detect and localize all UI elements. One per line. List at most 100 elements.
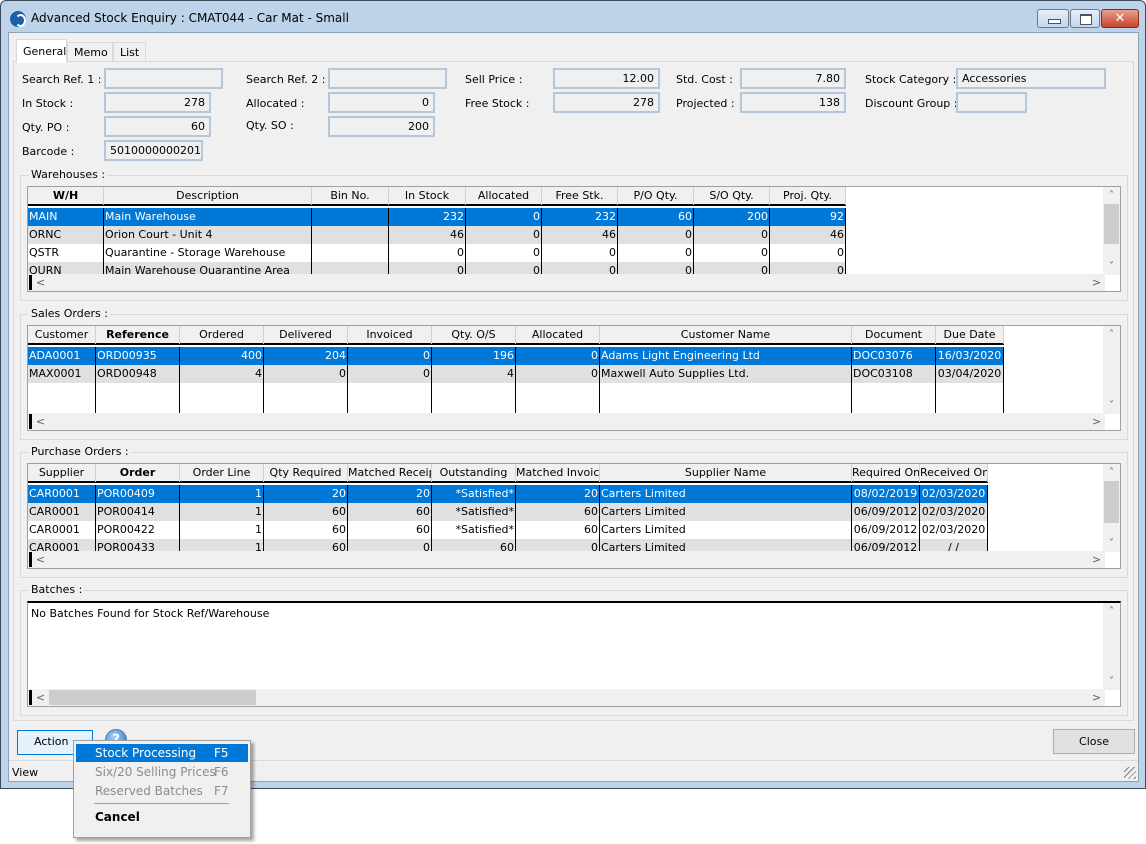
column-header[interactable]: Description [104,187,312,205]
column-header[interactable]: Free Stk. [542,187,618,205]
column-header[interactable]: Order [96,464,180,482]
scroll-right-icon[interactable]: > [1088,689,1105,706]
table-row[interactable]: ORNC Orion Court - Unit 4 46 0 46 0 0 46 [28,226,846,244]
purchase-orders-horizontal-scrollbar[interactable]: < > [28,551,1105,568]
table-cell: 60 [264,503,348,521]
table-row[interactable]: MAX0001 ORD00948 4 0 0 4 0 Maxwell Auto Supplie… [28,365,1004,383]
column-header[interactable]: Reference [96,326,180,344]
column-header[interactable]: Allocated [466,187,542,205]
scroll-down-icon[interactable]: ˅ [1103,258,1120,275]
scroll-down-icon[interactable]: ˅ [1103,535,1120,552]
column-header[interactable]: Invoiced [348,326,432,344]
scroll-thumb[interactable] [1104,204,1119,244]
column-header[interactable]: Customer [28,326,96,344]
maximize-button[interactable] [1070,9,1100,28]
close-button[interactable]: Close [1053,729,1135,754]
table-cell: *Satisfied* [432,503,516,521]
minimize-button[interactable] [1037,9,1069,28]
column-header[interactable]: Customer Name [600,326,852,344]
search-ref-2-field[interactable] [328,68,447,89]
table-cell: 0 [516,365,600,383]
table-cell: 1 [180,503,264,521]
column-header[interactable]: Qty Required [264,464,348,482]
warehouses-vertical-scrollbar[interactable]: ˄ ˅ [1103,187,1120,275]
scroll-down-icon[interactable]: ˅ [1103,397,1120,414]
table-cell: 0 [466,208,542,226]
column-header[interactable]: Allocated [516,326,600,344]
column-header[interactable]: P/O Qty. [618,187,694,205]
scroll-left-icon[interactable]: < [32,274,49,291]
empty-cell [432,383,516,413]
table-cell: 196 [432,347,516,365]
column-header[interactable]: Received On [920,464,988,482]
column-header[interactable]: Required On [852,464,920,482]
scroll-down-icon[interactable]: ˅ [1103,673,1120,690]
batches-horizontal-scrollbar[interactable]: < > [28,689,1105,706]
table-cell: CAR0001 [28,503,96,521]
menu-item-stock-processing[interactable]: Stock Processing F5 [76,744,248,762]
column-header[interactable]: Outstanding [432,464,516,482]
tab-general-label: General [23,45,67,58]
resize-grip-icon[interactable] [1124,767,1136,779]
sales-orders-grid[interactable]: Customer Reference Ordered Delivered Invoice… [27,325,1121,431]
column-header[interactable]: Supplier Name [600,464,852,482]
menu-item-six20-selling-prices[interactable]: Six/20 Selling Prices F6 [76,763,248,781]
table-row[interactable]: CAR0001 POR00409 1 20 20 *Satisfied* 20 Carters… [28,485,988,503]
table-row[interactable]: CAR0001 POR00414 1 60 60 *Satisfied* 60 Carters… [28,503,988,521]
sales-orders-horizontal-scrollbar[interactable]: < > [28,413,1105,430]
table-row[interactable]: MAIN Main Warehouse 232 0 232 60 200 92 [28,208,846,226]
column-header[interactable]: In Stock [389,187,466,205]
scroll-right-icon[interactable]: > [1088,551,1105,568]
batches-vertical-scrollbar[interactable]: ˄ ˅ [1103,603,1120,690]
column-header[interactable]: Matched Receipt [348,464,432,482]
scroll-thumb[interactable] [1104,481,1119,523]
column-header[interactable]: S/O Qty. [694,187,770,205]
warehouses-horizontal-scrollbar[interactable]: < > [28,274,1105,291]
warehouses-grid[interactable]: W/H Description Bin No. In Stock Allocated Fr… [27,186,1121,292]
column-header[interactable]: Order Line [180,464,264,482]
qty-po-field: 60 [104,116,211,137]
tab-general[interactable]: General [16,39,67,63]
purchase-orders-vertical-scrollbar[interactable]: ˄ ˅ [1103,464,1120,552]
column-header[interactable]: Supplier [28,464,96,482]
close-window-button[interactable]: ✕ [1101,9,1139,28]
table-cell: 60 [348,521,432,539]
sales-orders-vertical-scrollbar[interactable]: ˄ ˅ [1103,326,1120,414]
scroll-right-icon[interactable]: > [1088,413,1105,430]
scroll-right-icon[interactable]: > [1088,274,1105,291]
column-header[interactable]: Matched Invoice [516,464,600,482]
scroll-left-icon[interactable]: < [32,551,49,568]
table-row[interactable]: ADA0001 ORD00935 400 204 0 196 0 Adams Light En… [28,347,1004,365]
column-header[interactable]: Bin No. [312,187,389,205]
scroll-left-icon[interactable]: < [32,413,49,430]
menu-item-cancel[interactable]: Cancel [76,808,248,826]
scroll-left-icon[interactable]: < [32,689,49,706]
menu-item-reserved-batches[interactable]: Reserved Batches F7 [76,782,248,800]
table-row[interactable]: CAR0001 POR00422 1 60 60 *Satisfied* 60 Carters… [28,521,988,539]
tab-memo[interactable]: Memo [67,42,113,62]
scroll-up-icon[interactable]: ˄ [1103,187,1120,204]
scroll-up-icon[interactable]: ˄ [1103,603,1120,620]
scroll-up-icon[interactable]: ˄ [1103,464,1120,481]
empty-cell [264,383,348,413]
scroll-thumb[interactable] [49,690,256,705]
table-row[interactable]: QSTR Quarantine - Storage Warehouse 0 0 0 0 0 0 [28,244,846,262]
column-header[interactable]: Ordered [180,326,264,344]
purchase-orders-group: Purchase Orders : Supplier Order Order Lin… [20,445,1128,578]
table-cell: 03/04/2020 [936,365,1004,383]
search-ref-1-field[interactable] [104,68,223,89]
column-header[interactable]: Due Date [936,326,1004,344]
column-header[interactable]: W/H [28,187,104,205]
action-dropdown-menu: Stock Processing F5 Six/20 Selling Price… [73,740,251,838]
discount-group-label: Discount Group : [865,97,958,110]
column-header[interactable]: Proj. Qty. [770,187,846,205]
column-header[interactable]: Delivered [264,326,348,344]
column-header[interactable]: Document [852,326,936,344]
purchase-orders-grid[interactable]: Supplier Order Order Line Qty Required Match… [27,463,1121,569]
tab-list[interactable]: List [113,42,146,62]
column-header[interactable]: Qty. O/S [432,326,516,344]
scroll-up-icon[interactable]: ˄ [1103,326,1120,343]
app-logo-icon [10,11,26,27]
table-cell: 200 [694,208,770,226]
batches-list[interactable]: No Batches Found for Stock Ref/Warehouse… [27,601,1121,707]
